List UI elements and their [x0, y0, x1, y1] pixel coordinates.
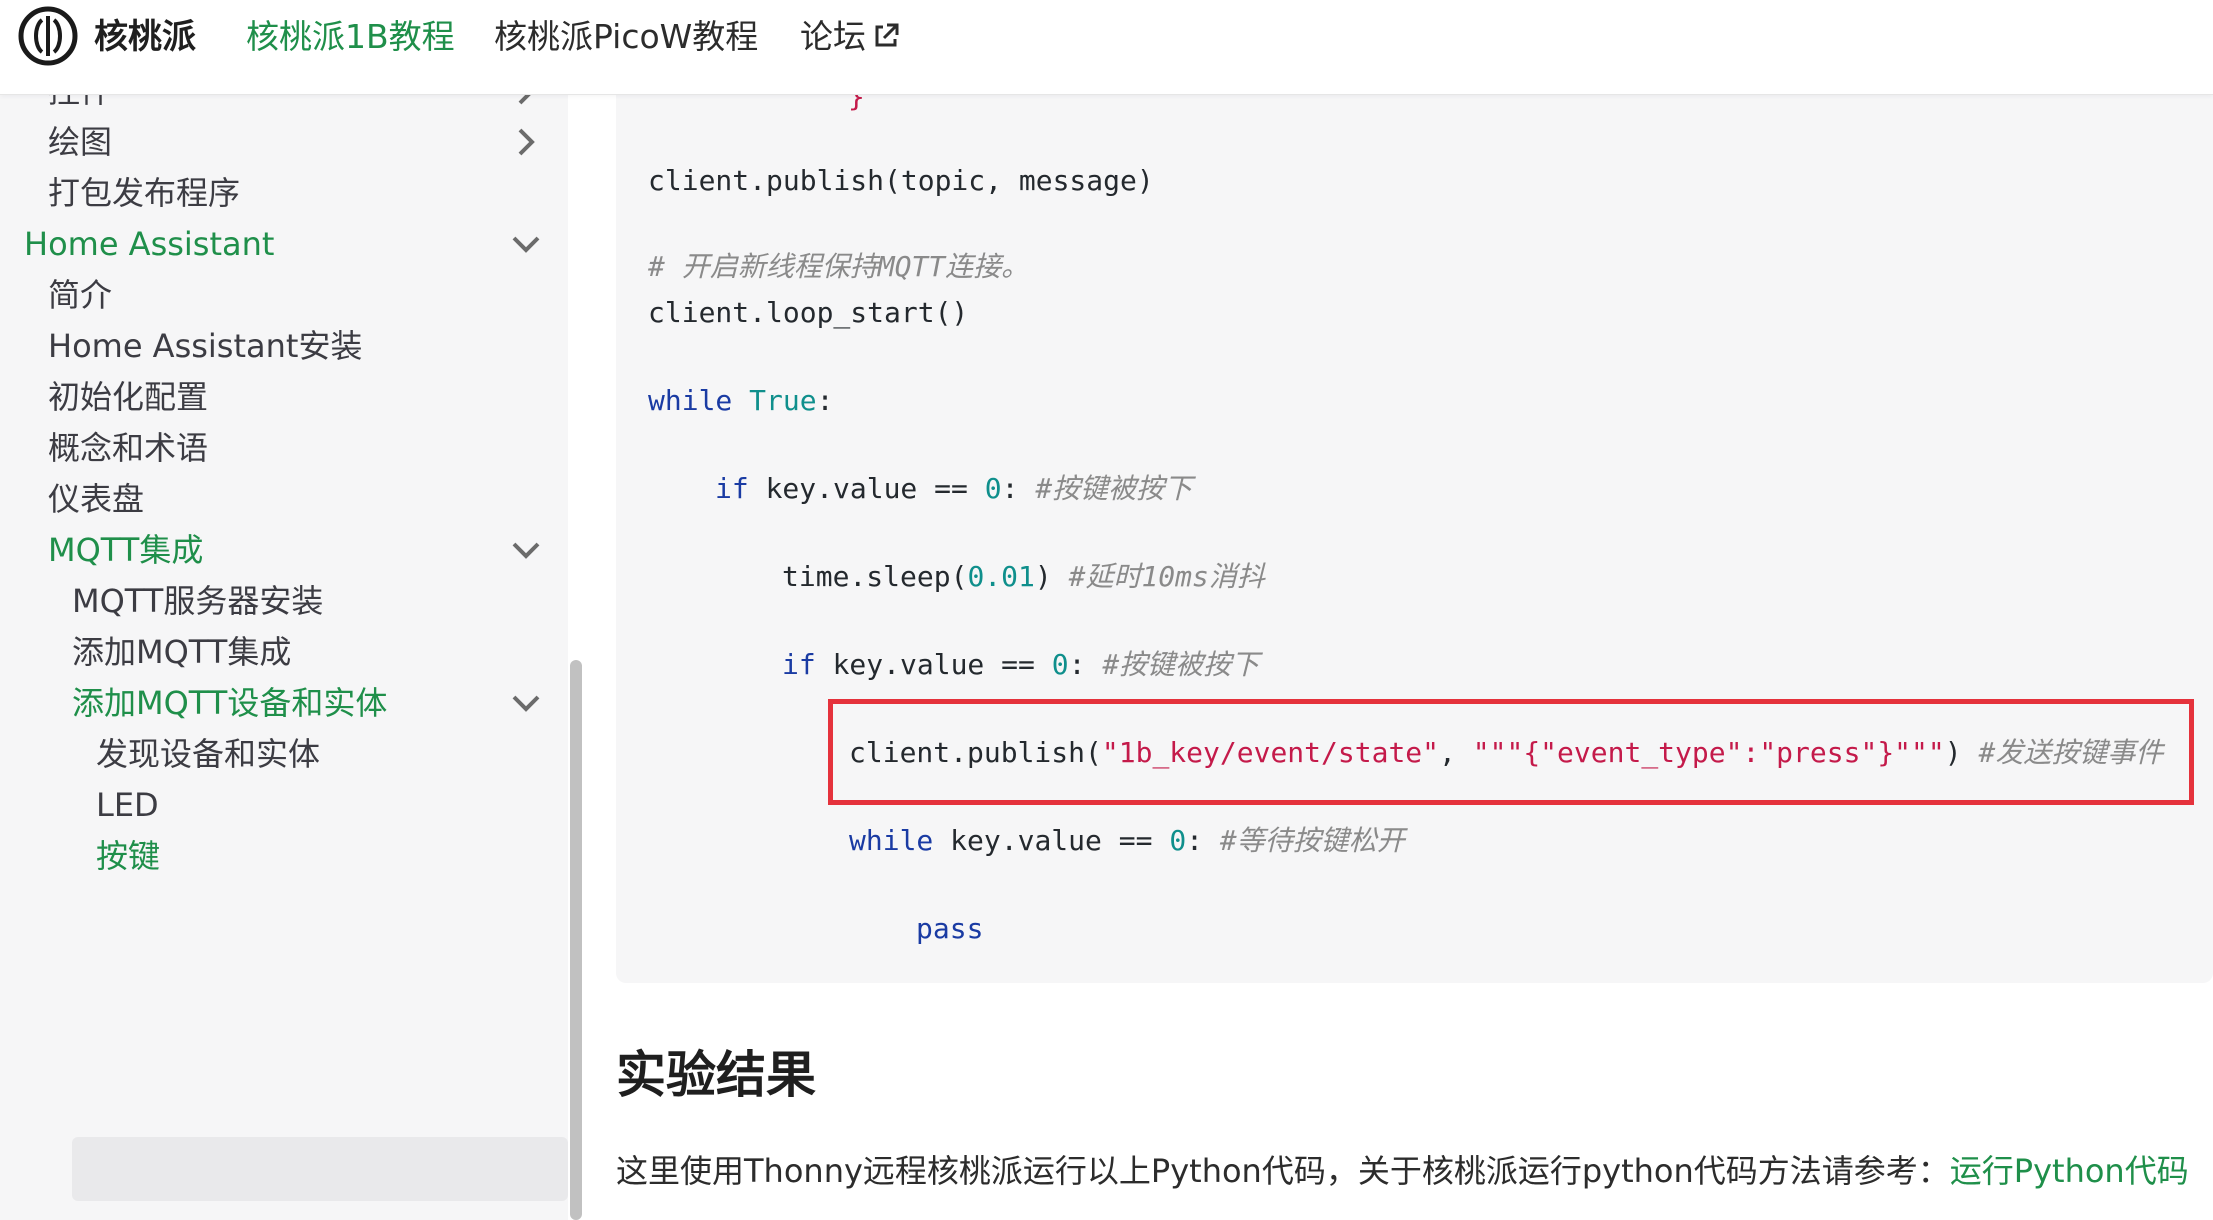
results-paragraph: 这里使用Thonny远程核桃派运行以上Python代码，关于核桃派运行pytho… — [616, 1146, 2189, 1196]
code-block: } client.publish(topic, message) # 开启新线程… — [616, 80, 2213, 983]
run-python-link[interactable]: 运行Python代码 — [1950, 1152, 2189, 1190]
code-line-while-wait: while key.value == 0: #等待按键松开 — [849, 824, 1405, 857]
sidebar-active-highlight — [72, 1137, 568, 1201]
chevron-down-icon[interactable] — [508, 226, 544, 262]
code-line-pass: pass — [916, 912, 984, 945]
sidebar: 控件 绘图 打包发布程序 Home Assistant 简介 Home Assi… — [0, 95, 572, 1220]
code-line-loop-start: client.loop_start() — [648, 296, 969, 329]
walnut-logo-icon[interactable] — [16, 4, 80, 68]
section-title-results: 实验结果 — [616, 1046, 816, 1104]
code-line-publish: client.publish(topic, message) — [648, 164, 1154, 197]
code-line-while: while True: — [648, 384, 834, 417]
nav-link-forum[interactable]: 论坛 — [800, 16, 866, 58]
code-line-if-1: if key.value == 0: #按键被按下 — [715, 472, 1193, 505]
chevron-right-icon[interactable] — [508, 124, 544, 160]
highlight-annotation-box — [828, 699, 2194, 805]
code-line-if-2: if key.value == 0: #按键被按下 — [782, 648, 1260, 681]
code-line-comment: # 开启新线程保持MQTT连接。 — [648, 250, 1030, 283]
chevron-down-icon[interactable] — [508, 685, 544, 721]
nav-link-1b-tutorial[interactable]: 核桃派1B教程 — [246, 16, 455, 58]
code-line-sleep: time.sleep(0.01) #延时10ms消抖 — [782, 560, 1265, 593]
nav-link-picow-tutorial[interactable]: 核桃派PicoW教程 — [494, 16, 758, 58]
sidebar-scrollbar-thumb[interactable] — [570, 660, 582, 1220]
site-title[interactable]: 核桃派 — [94, 16, 196, 58]
external-link-icon — [875, 23, 899, 47]
sidebar-item-key[interactable]: 按键 — [96, 826, 160, 886]
chevron-down-icon[interactable] — [508, 532, 544, 568]
top-navbar: 核桃派 核桃派1B教程 核桃派PicoW教程 论坛 — [0, 0, 2213, 95]
chevron-right-icon[interactable] — [508, 95, 544, 109]
paragraph-text: 这里使用Thonny远程核桃派运行以上Python代码，关于核桃派运行pytho… — [616, 1152, 1950, 1190]
